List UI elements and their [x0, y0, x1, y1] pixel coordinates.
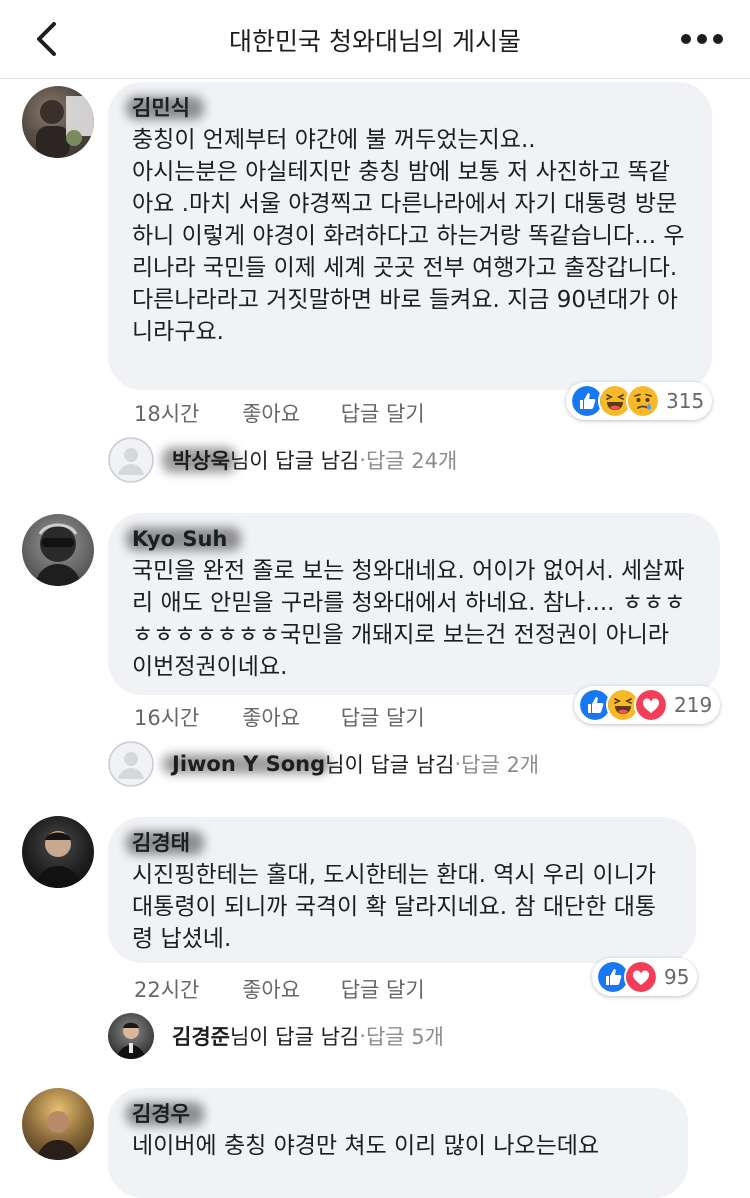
comment-bubble: 김민식 충칭이 언제부터 야간에 불 꺼두었는지요.. 아시는분은 아실테지만 … — [108, 82, 712, 390]
page-title: 대한민국 청와대님의 게시물 — [229, 27, 521, 56]
profile-photo-icon — [116, 1022, 146, 1059]
like-button[interactable]: 좋아요 — [242, 706, 300, 730]
comment-time: 18시간 — [134, 402, 200, 426]
comment-text: 시진핑한테는 홀대, 도시한테는 환대. 역시 우리 이니가 대통령이 되니까 … — [132, 862, 657, 952]
comment-bubble: Kyo Suh 국민을 완전 졸로 보는 청와대네요. 어이가 없어서. 세살짜… — [108, 513, 720, 695]
comment-bubble: 김경우 네이버에 충칭 야경만 쳐도 이리 많이 나오는데요 — [108, 1088, 688, 1198]
comment-bubble: 김경태 시진핑한테는 홀대, 도시한테는 환대. 역시 우리 이니가 대통령이 … — [108, 817, 696, 963]
reply-suffix: 님이 답글 남김 — [325, 753, 455, 777]
comment-text: 국민을 완전 졸로 보는 청와대네요. 어이가 없어서. 세살짜리 애도 안믿을… — [132, 558, 686, 680]
comment-text: 충칭이 언제부터 야간에 불 꺼두었는지요.. 아시는분은 아실테지만 충칭 밤… — [132, 127, 685, 345]
reply-separator: · — [454, 752, 462, 776]
view-replies[interactable]: 김경준 님이 답글 남김 · 답글 5개 — [108, 1012, 444, 1060]
comment-author[interactable]: 김민식 — [126, 94, 204, 122]
comment-author[interactable]: Kyo Suh — [126, 525, 242, 553]
reaction-summary[interactable]: 315 — [566, 382, 713, 420]
profile-photo-icon — [34, 523, 82, 586]
view-replies[interactable]: 박상욱 님이 답글 남김 · 답글 24개 — [108, 436, 457, 484]
avatar[interactable] — [22, 86, 94, 158]
author-name: 김경태 — [132, 831, 190, 855]
avatar[interactable] — [22, 1088, 94, 1160]
profile-photo-icon — [36, 1111, 80, 1160]
reply-author: 김경준 — [172, 1025, 230, 1049]
reply-author: Jiwon Y Song — [162, 752, 332, 776]
reply-avatar — [108, 437, 154, 483]
profile-photo-icon — [34, 831, 82, 888]
like-button[interactable]: 좋아요 — [242, 402, 300, 426]
reply-suffix: 님이 답글 남김 — [229, 449, 360, 473]
default-avatar-icon — [108, 741, 154, 787]
reply-author: 박상욱 — [162, 445, 236, 475]
comment-text: 네이버에 충칭 야경만 쳐도 이리 많이 나오는데요 — [132, 1133, 600, 1159]
reaction-count: 315 — [666, 389, 705, 413]
comment-actions: 18시간 좋아요 답글 달기 — [134, 398, 459, 428]
more-options-button[interactable] — [680, 26, 724, 52]
reply-separator: · — [359, 448, 366, 472]
reaction-count: 219 — [674, 693, 713, 717]
author-name: Kyo Suh — [132, 527, 228, 551]
reply-suffix: 님이 답글 남김 — [229, 1025, 360, 1049]
sad-reaction-icon — [626, 384, 660, 418]
avatar[interactable] — [22, 514, 94, 586]
reaction-count: 95 — [664, 965, 690, 989]
love-reaction-icon — [634, 688, 668, 722]
comment-author[interactable]: 김경태 — [126, 829, 204, 857]
avatar[interactable] — [22, 816, 94, 888]
reaction-summary[interactable]: 95 — [592, 958, 698, 996]
reply-count: 답글 24개 — [365, 449, 458, 473]
author-name: 김경우 — [132, 1102, 190, 1126]
comment-time: 22시간 — [134, 978, 200, 1002]
reply-button[interactable]: 답글 달기 — [341, 706, 425, 730]
reaction-summary[interactable]: 219 — [574, 686, 721, 724]
love-reaction-icon — [624, 960, 658, 994]
reply-count: 답글 2개 — [461, 753, 540, 777]
chevron-left-icon — [37, 22, 56, 56]
default-avatar-icon — [108, 437, 154, 483]
reply-avatar — [108, 741, 154, 787]
reply-button[interactable]: 답글 달기 — [341, 978, 425, 1002]
comment-actions: 16시간 좋아요 답글 달기 — [134, 702, 459, 732]
comment-actions: 22시간 좋아요 답글 달기 — [134, 974, 459, 1004]
more-dots-icon — [681, 34, 723, 44]
comment-author[interactable]: 김경우 — [126, 1100, 204, 1128]
top-nav-bar: 대한민국 청와대님의 게시물 — [0, 0, 750, 79]
reply-separator: · — [359, 1024, 366, 1048]
author-name: 김민식 — [132, 96, 190, 120]
back-button[interactable] — [30, 20, 66, 58]
comment-time: 16시간 — [134, 706, 200, 730]
reply-count: 답글 5개 — [365, 1025, 444, 1049]
reply-button[interactable]: 답글 달기 — [341, 402, 425, 426]
profile-photo-icon — [36, 96, 94, 158]
view-replies[interactable]: Jiwon Y Song 님이 답글 남김 · 답글 2개 — [108, 740, 539, 788]
reply-avatar — [108, 1013, 154, 1059]
like-button[interactable]: 좋아요 — [242, 978, 300, 1002]
